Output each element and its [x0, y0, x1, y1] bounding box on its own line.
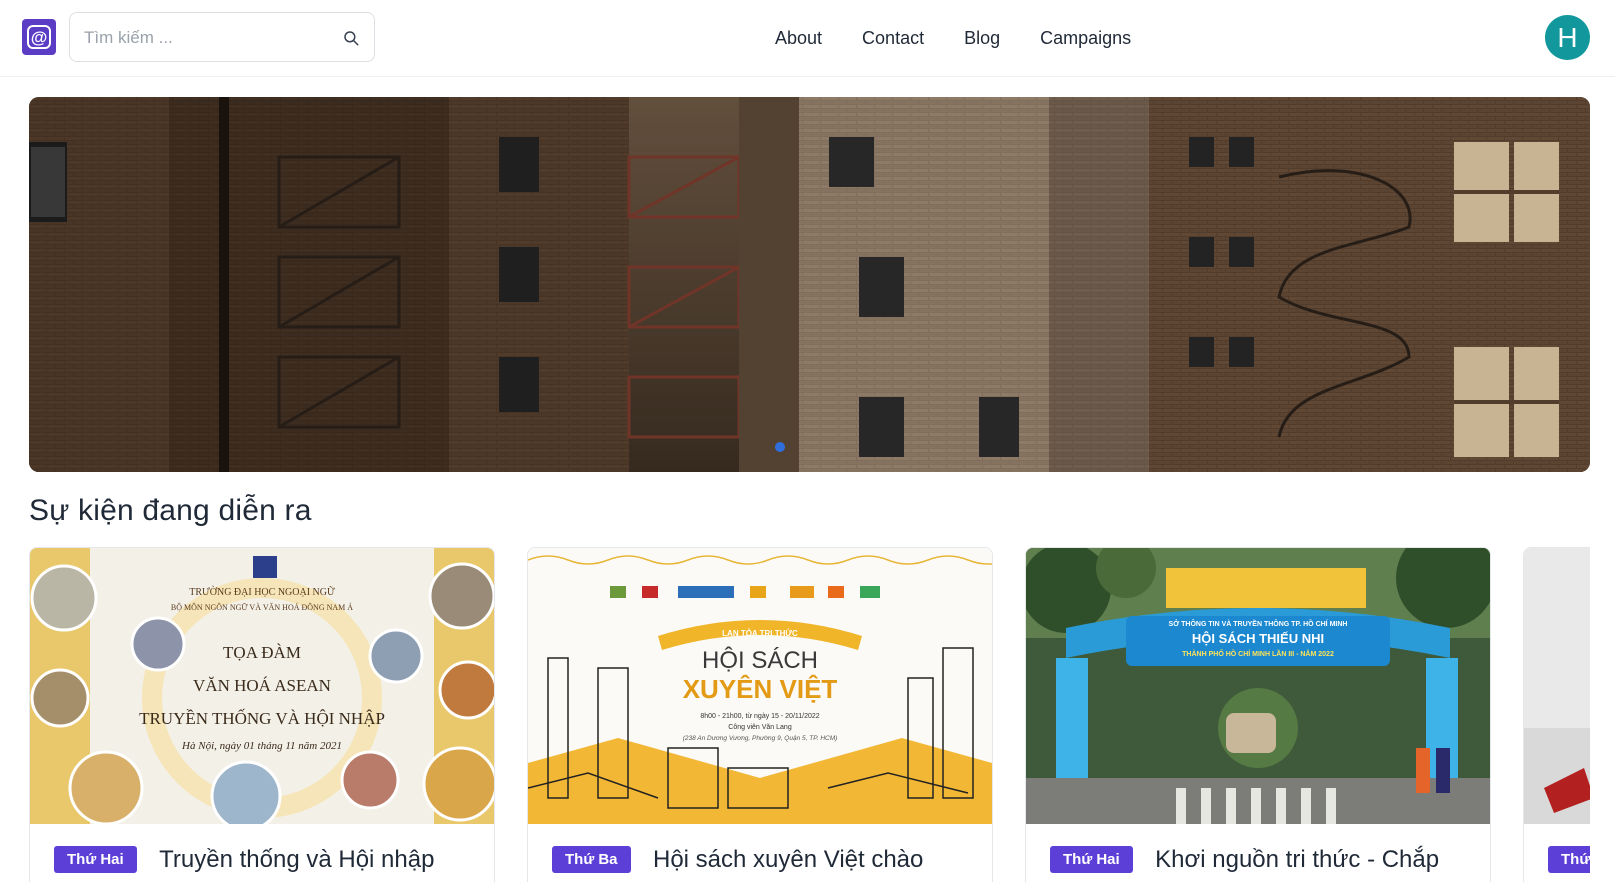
day-badge: Thứ Hai	[54, 846, 137, 873]
nav-contact[interactable]: Contact	[862, 26, 924, 50]
nav-blog[interactable]: Blog	[964, 26, 1000, 50]
event-card[interactable]: SỞ THÔNG TIN VÀ TRUYỀN THÔNG TP. HỒ CHÍ …	[1025, 547, 1491, 882]
event-poster-3: SỞ THÔNG TIN VÀ TRUYỀN THÔNG TP. HỒ CHÍ …	[1026, 548, 1490, 824]
event-card[interactable]: TRƯỜNG ĐẠI HỌC NGOẠI NGỮ BỘ MÔN NGÔN NGỮ…	[29, 547, 495, 882]
event-poster-1: TRƯỜNG ĐẠI HỌC NGOẠI NGỮ BỘ MÔN NGÔN NGỮ…	[30, 548, 494, 824]
at-sign-icon: @	[27, 25, 51, 49]
search-input[interactable]	[84, 26, 334, 50]
poster-1-date: Hà Nội, ngày 01 tháng 11 năm 2021	[181, 740, 342, 752]
poster-1-line3: TRUYỀN THỐNG VÀ HỘI NHẬP	[139, 709, 385, 728]
main-nav: About Contact Blog Campaigns	[775, 26, 1171, 50]
user-avatar[interactable]: H	[1545, 15, 1590, 60]
nav-about[interactable]: About	[775, 26, 822, 50]
site-logo[interactable]: @	[22, 19, 56, 55]
day-badge: Thứ	[1548, 846, 1590, 873]
event-card-body: Thứ Hai Khơi nguồn tri thức - Chắp	[1050, 844, 1480, 876]
section-title: Sự kiện đang diễn ra	[29, 494, 312, 527]
event-title[interactable]: Truyền thống và Hội nhập	[159, 844, 434, 876]
poster-2-time: 8h00 - 21h00, từ ngày 15 - 20/11/2022	[700, 713, 819, 720]
poster-1-dept: BỘ MÔN NGÔN NGỮ VÀ VĂN HOÁ ĐÔNG NAM Á	[171, 602, 353, 612]
poster-2-line1: HỘI SÁCH	[702, 646, 818, 674]
poster-1-line1: TỌA ĐÀM	[223, 643, 301, 662]
event-title[interactable]: Khơi nguồn tri thức - Chắp	[1155, 844, 1439, 876]
event-card-body: Thứ Hai Truyền thống và Hội nhập	[54, 844, 484, 876]
poster-1-school: TRƯỜNG ĐẠI HỌC NGOẠI NGỮ	[189, 586, 335, 598]
poster-1-line2: VĂN HOÁ ASEAN	[193, 676, 331, 695]
event-poster-2: LAN TỎA TRI THỨC HỘI SÁCH XUYÊN VIỆT 8h0…	[528, 548, 992, 824]
hero-image	[29, 97, 1590, 472]
day-badge: Thứ Hai	[1050, 846, 1133, 873]
event-poster-4	[1524, 548, 1590, 824]
event-card-body: Thứ	[1548, 844, 1590, 873]
nav-campaigns[interactable]: Campaigns	[1040, 26, 1131, 50]
event-card-list: TRƯỜNG ĐẠI HỌC NGOẠI NGỮ BỘ MÔN NGÔN NGỮ…	[29, 547, 1590, 882]
poster-2-place: Công viên Văn Lang	[728, 724, 792, 731]
day-badge: Thứ Ba	[552, 846, 631, 873]
hero-carousel[interactable]	[29, 97, 1590, 472]
event-card[interactable]: Thứ	[1523, 547, 1590, 882]
poster-2-address: (238 An Dương Vương, Phường 9, Quận 5, T…	[683, 735, 838, 742]
event-card-body: Thứ Ba Hội sách xuyên Việt chào	[552, 844, 982, 876]
poster-2-line2: XUYÊN VIỆT	[683, 674, 838, 704]
event-card[interactable]: LAN TỎA TRI THỨC HỘI SÁCH XUYÊN VIỆT 8h0…	[527, 547, 993, 882]
poster-3-line1: HỘI SÁCH THIẾU NHI	[1192, 631, 1324, 646]
carousel-dot-active[interactable]	[775, 442, 785, 452]
search-icon[interactable]	[342, 29, 360, 47]
top-header: @ About Contact Blog Campaigns H	[0, 0, 1615, 77]
search-box	[69, 12, 375, 62]
event-title[interactable]: Hội sách xuyên Việt chào	[653, 844, 923, 876]
poster-2-tag: LAN TỎA TRI THỨC	[722, 629, 798, 638]
